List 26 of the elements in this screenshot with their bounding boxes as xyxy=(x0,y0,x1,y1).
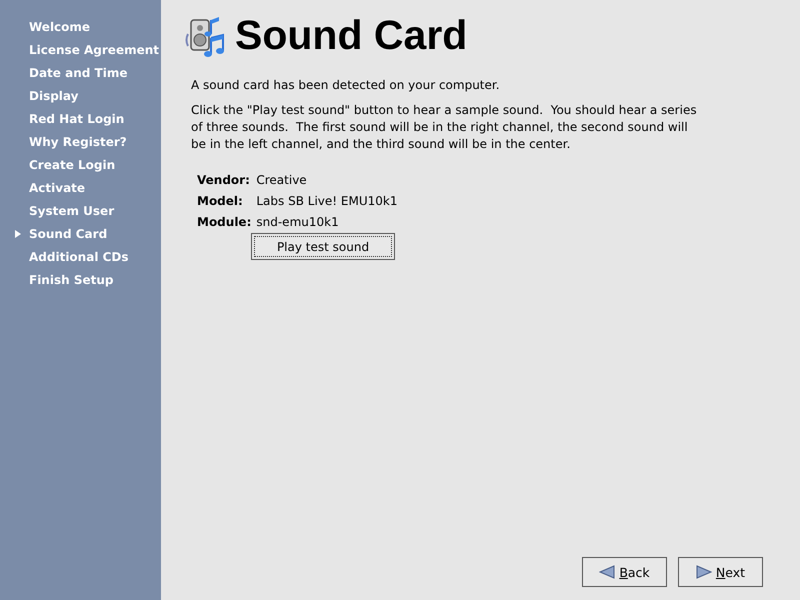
description-text: Click the "Play test sound" button to hear a sample sound. You should hear a series of three sounds. The first sound will be in the right channel, the second sound will be in the left channel, and the third sound will be in the center. xyxy=(191,102,698,153)
sidebar-item[interactable]: Red Hat Login xyxy=(29,112,124,126)
field-label: Module: xyxy=(197,214,252,231)
sidebar-item[interactable]: Create Login xyxy=(29,158,116,172)
sidebar-item[interactable]: Additional CDs xyxy=(29,250,129,264)
field-value: Creative xyxy=(256,172,308,189)
sidebar-item[interactable]: Display xyxy=(29,88,78,102)
back-button[interactable]: Back xyxy=(582,557,667,587)
right-arrow-icon xyxy=(696,565,712,579)
page-title: Sound Card xyxy=(235,12,468,59)
play-test-sound-button[interactable]: Play test sound xyxy=(251,233,395,260)
sidebar-item[interactable]: Finish Setup xyxy=(29,272,114,286)
sidebar-item[interactable]: Why Register? xyxy=(29,134,127,148)
field-value: Labs SB Live! EMU10k1 xyxy=(256,193,398,210)
left-arrow-icon xyxy=(599,565,616,579)
sidebar-item[interactable]: Date and Time xyxy=(29,66,128,80)
field-value: snd-emu10k1 xyxy=(256,214,340,231)
sidebar-item[interactable]: Sound Card xyxy=(29,226,108,240)
next-button[interactable]: Next xyxy=(678,557,763,587)
field-label: Vendor: xyxy=(197,172,251,189)
sidebar-item[interactable]: System User xyxy=(29,204,114,218)
description-text: A sound card has been detected on your computer. xyxy=(191,77,501,94)
sidebar-item[interactable]: Welcome xyxy=(29,20,90,34)
sidebar-item[interactable]: License Agreement xyxy=(29,42,160,56)
field-label: Model: xyxy=(197,193,244,210)
sidebar-item[interactable]: Activate xyxy=(29,180,86,194)
